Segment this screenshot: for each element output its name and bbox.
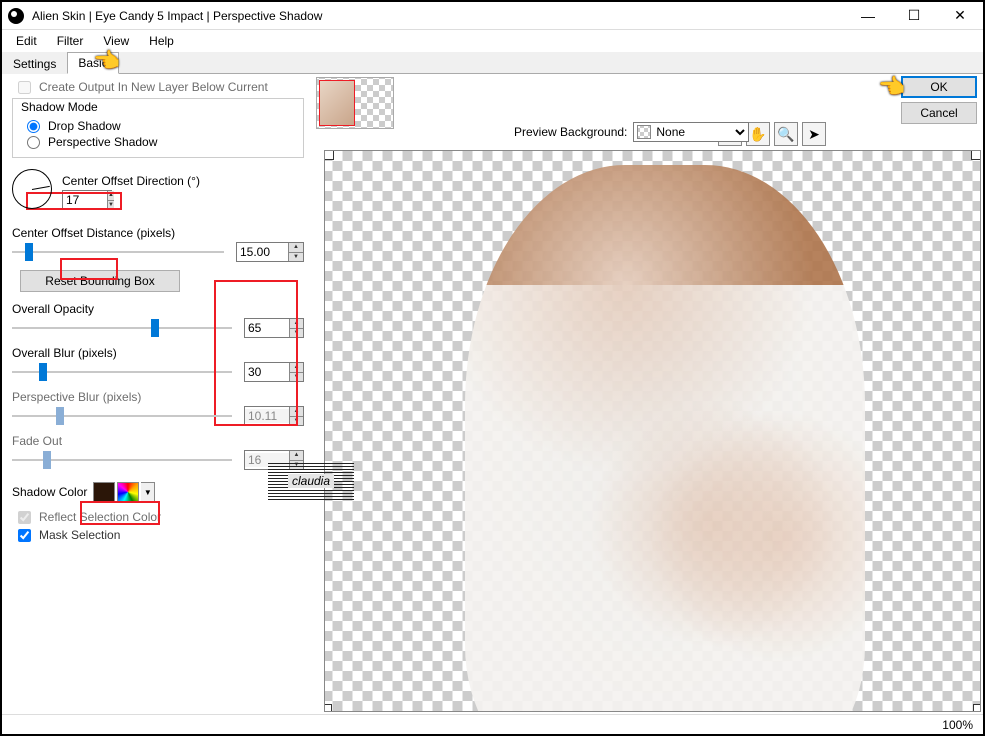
mask-selection-checkbox[interactable] [18, 529, 31, 542]
close-button[interactable]: ✕ [937, 2, 983, 29]
status-bar: 100% [2, 714, 983, 734]
drop-shadow-label: Drop Shadow [48, 119, 121, 133]
window-title: Alien Skin | Eye Candy 5 Impact | Perspe… [30, 9, 845, 23]
center-offset-distance-label: Center Offset Distance (pixels) [12, 226, 304, 240]
overall-opacity-label: Overall Opacity [12, 302, 304, 316]
create-output-checkbox [18, 81, 31, 94]
overall-opacity-field[interactable] [245, 321, 289, 335]
perspective-blur-input: ▲▼ [244, 406, 304, 426]
color-dropdown-caret[interactable]: ▼ [141, 482, 155, 502]
center-offset-direction-label: Center Offset Direction (°) [62, 174, 200, 188]
overall-blur-slider[interactable] [12, 371, 232, 373]
spin-buttons: ▲▼ [289, 407, 303, 425]
menu-help[interactable]: Help [141, 32, 182, 50]
maximize-button[interactable]: ☐ [891, 2, 937, 29]
zoom-icon[interactable]: 🔍 [774, 122, 798, 146]
shadow-mode-legend: Shadow Mode [19, 100, 100, 114]
zoom-level: 100% [942, 718, 973, 732]
selected-thumbnail[interactable] [319, 80, 355, 126]
perspective-blur-slider [12, 415, 232, 417]
shadow-mode-group: Shadow Mode Drop Shadow Perspective Shad… [12, 98, 304, 158]
drop-shadow-radio-row[interactable]: Drop Shadow [27, 119, 297, 133]
overall-blur-field[interactable] [245, 365, 289, 379]
tab-settings[interactable]: Settings [2, 53, 67, 74]
title-bar: Alien Skin | Eye Candy 5 Impact | Perspe… [2, 2, 983, 30]
overall-opacity-input[interactable]: ▲▼ [244, 318, 304, 338]
reset-bounding-box-button[interactable]: Reset Bounding Box [20, 270, 180, 292]
overall-blur-row: ▲▼ [12, 362, 304, 382]
ok-button[interactable]: OK [901, 76, 977, 98]
overall-opacity-slider[interactable] [12, 327, 232, 329]
fade-out-row: ▲▼ [12, 450, 304, 470]
reflect-selection-row: Reflect Selection Color [12, 510, 304, 524]
content-area: Create Output In New Layer Below Current… [2, 74, 983, 714]
app-window: Alien Skin | Eye Candy 5 Impact | Perspe… [0, 0, 985, 736]
perspective-shadow-radio-row[interactable]: Perspective Shadow [27, 135, 297, 149]
reflect-selection-label: Reflect Selection Color [39, 510, 161, 524]
color-palette-icon[interactable] [117, 482, 139, 502]
center-offset-distance-field[interactable] [237, 245, 281, 259]
app-icon [8, 8, 24, 24]
perspective-shadow-radio[interactable] [27, 136, 40, 149]
overall-blur-input[interactable]: ▲▼ [244, 362, 304, 382]
mask-selection-row[interactable]: Mask Selection [12, 528, 304, 542]
center-offset-direction-input[interactable]: ▲▼ [62, 190, 112, 210]
preview-background-label: Preview Background: [514, 125, 627, 139]
ok-label: OK [930, 80, 947, 94]
mask-selection-label: Mask Selection [39, 528, 120, 542]
menu-bar: Edit Filter View Help [2, 30, 983, 52]
drop-shadow-radio[interactable] [27, 120, 40, 133]
preview-background-row: Preview Background: None [514, 122, 749, 142]
center-offset-distance-slider[interactable] [12, 251, 224, 253]
center-offset-distance-input[interactable]: ▲▼ [236, 242, 304, 262]
shadow-color-label: Shadow Color [12, 485, 87, 499]
preview-panel: 🎯 ✋ 🔍 ➤ Preview Background: None OK [314, 74, 983, 714]
menu-edit[interactable]: Edit [8, 32, 45, 50]
create-output-checkbox-row: Create Output In New Layer Below Current [12, 80, 304, 94]
cancel-label: Cancel [920, 106, 957, 120]
center-offset-distance-row: ▲▼ [12, 242, 304, 262]
minimize-button[interactable]: — [845, 2, 891, 29]
center-offset-direction-field[interactable] [63, 193, 107, 207]
create-output-label: Create Output In New Layer Below Current [39, 80, 268, 94]
watermark: claudia [268, 462, 354, 500]
spin-buttons[interactable]: ▲▼ [289, 363, 303, 381]
perspective-blur-label: Perspective Blur (pixels) [12, 390, 304, 404]
window-controls: — ☐ ✕ [845, 2, 983, 29]
thumbnail-strip[interactable] [316, 77, 394, 129]
shadow-color-swatch[interactable] [93, 482, 115, 502]
preview-background-select[interactable]: None [633, 122, 749, 142]
settings-panel: Create Output In New Layer Below Current… [2, 74, 314, 714]
overall-opacity-row: ▲▼ [12, 318, 304, 338]
fade-out-label: Fade Out [12, 434, 304, 448]
reset-bounding-box-label: Reset Bounding Box [45, 274, 154, 288]
perspective-blur-row: ▲▼ [12, 406, 304, 426]
shadow-color-picker[interactable]: ▼ [93, 482, 155, 502]
overall-blur-label: Overall Blur (pixels) [12, 346, 304, 360]
cancel-button[interactable]: Cancel [901, 102, 977, 124]
preview-image [425, 155, 885, 712]
reflect-selection-checkbox [18, 511, 31, 524]
tab-bar: Settings Basic 👉 [2, 52, 983, 74]
perspective-blur-field [245, 409, 289, 423]
pointer-icon[interactable]: ➤ [802, 122, 826, 146]
dialog-buttons: OK 👉 Cancel [901, 76, 977, 124]
fade-out-slider [12, 459, 232, 461]
pointer-hand-icon: 👉 [94, 48, 121, 74]
hand-icon[interactable]: ✋ [746, 122, 770, 146]
preview-canvas[interactable] [324, 150, 981, 712]
angle-dial[interactable] [12, 169, 52, 209]
spin-buttons[interactable]: ▲▼ [288, 243, 303, 261]
menu-filter[interactable]: Filter [49, 32, 92, 50]
pointer-hand-icon: 👉 [879, 74, 906, 100]
spin-buttons[interactable]: ▲▼ [289, 319, 303, 337]
perspective-shadow-label: Perspective Shadow [48, 135, 157, 149]
spin-buttons[interactable]: ▲▼ [107, 191, 114, 209]
